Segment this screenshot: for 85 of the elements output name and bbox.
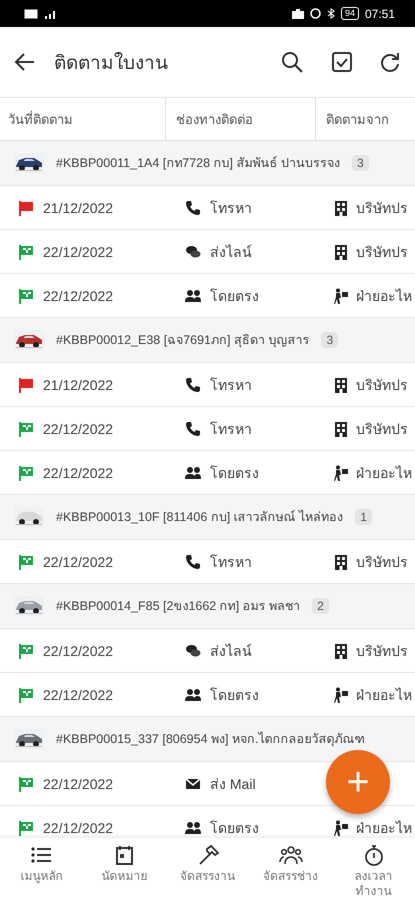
job-group-header[interactable]: #KBBP00014_F85 [2ขง1662 กท] อมร พลชา 2 <box>0 584 415 629</box>
people-icon <box>185 464 201 480</box>
count-badge: 2 <box>312 598 329 614</box>
follow-up-date: 22/12/2022 <box>43 642 114 658</box>
follow-up-date: 22/12/2022 <box>43 776 114 792</box>
clock-time: 07:51 <box>364 6 395 20</box>
count-badge: 1 <box>355 509 372 525</box>
screen-title: ติดตามใบงาน <box>54 51 169 76</box>
job-group-header[interactable]: #KBBP00012_E38 [ฉจ7691ภก] สุธิดา บุญสาร 3 <box>0 318 415 363</box>
follow-up-source: บริษัทปร <box>356 642 408 660</box>
phone-icon <box>185 200 201 216</box>
team-icon <box>278 844 302 866</box>
refresh-icon[interactable] <box>379 51 401 73</box>
briefcase-icon <box>292 8 304 18</box>
back-arrow-icon[interactable] <box>14 51 36 73</box>
job-title: #KBBP00015_337 [806954 พง] หจก.ไตกกลอยวัสดุภัณฑ <box>56 730 364 748</box>
checkbox-icon[interactable] <box>331 51 353 73</box>
nav-item[interactable]: จัดสรรช่าง <box>249 838 332 900</box>
nav-item[interactable]: เมนูหลัก <box>0 838 83 900</box>
nav-item[interactable]: จัดสรรงาน <box>166 838 249 900</box>
follow-up-date: 22/12/2022 <box>43 420 114 436</box>
signal-icon <box>44 8 58 18</box>
follow-up-date: 22/12/2022 <box>43 288 114 304</box>
people-icon <box>185 686 201 702</box>
building-icon <box>333 642 349 658</box>
contact-channel: ส่งไลน์ <box>210 242 252 262</box>
follow-up-source: ฝ่ายอะไห <box>356 818 412 838</box>
contact-channel: โดยตรง <box>210 464 259 482</box>
job-title: #KBBP00011_1A4 [กท7728 กบ] สัมพันธ์ ปานบรรจง <box>56 155 340 172</box>
follow-up-date: 22/12/2022 <box>43 820 114 836</box>
job-title: #KBBP00013_10F [811406 กบ] เสาวลักษณ์ ไหล่ทอง <box>56 508 344 526</box>
follow-up-source: บริษัทปร <box>356 552 408 572</box>
count-badge: 3 <box>321 332 338 348</box>
follow-up-date: 21/12/2022 <box>43 200 114 216</box>
job-group-header[interactable]: #KBBP00013_10F [811406 กบ] เสาวลักษณ์ ไหล่ทอง 1 <box>0 495 415 540</box>
person-box-icon <box>333 288 349 304</box>
nav-item[interactable]: นัดหมาย <box>83 838 166 900</box>
contact-channel: โดยตรง <box>210 818 259 838</box>
person-box-icon <box>333 464 349 480</box>
search-icon[interactable] <box>281 51 303 73</box>
job-group-header[interactable]: #KBBP00011_1A4 [กท7728 กบ] สัมพันธ์ ปานบรรจง 3 <box>0 141 415 186</box>
column-header[interactable]: ติดตามจาก <box>315 98 415 140</box>
building-icon <box>333 420 349 436</box>
follow-up-source: ฝ่ายอะไห <box>356 464 412 482</box>
contact-channel: โทรหา <box>210 552 252 572</box>
people-icon <box>185 288 201 304</box>
follow-up-source: บริษัทปร <box>356 242 408 262</box>
person-box-icon <box>333 686 349 702</box>
building-icon <box>333 554 349 570</box>
contact-channel: โดยตรง <box>210 686 259 704</box>
count-badge: 3 <box>352 155 369 171</box>
contact-channel: โดยตรง <box>210 286 259 306</box>
follow-up-date: 22/12/2022 <box>43 464 114 480</box>
phone-icon <box>185 376 201 392</box>
job-group-header[interactable]: #KBBP00015_337 [806954 พง] หจก.ไตกกลอยวัสดุภัณฑ <box>0 717 415 762</box>
follow-up-source: บริษัทปร <box>356 198 408 218</box>
building-icon <box>333 244 349 260</box>
contact-channel: โทรหา <box>210 420 252 438</box>
nav-item[interactable]: ลงเวลา ทำงาน <box>332 838 415 900</box>
contact-channel: ส่ง Mail <box>210 774 256 794</box>
follow-up-source: ฝ่ายอะไห <box>356 286 412 306</box>
job-title: #KBBP00012_E38 [ฉจ7691ภก] สุธิดา บุญสาร <box>56 332 310 350</box>
contact-channel: ส่งไลน์ <box>210 642 252 660</box>
follow-up-date: 21/12/2022 <box>43 376 114 392</box>
follow-up-date: 22/12/2022 <box>43 244 114 260</box>
follow-up-source: ฝ่ายอะไห <box>356 686 412 704</box>
follow-up-date: 22/12/2022 <box>43 686 114 702</box>
follow-up-source: บริษัทปร <box>356 420 408 438</box>
chat-icon <box>185 244 201 260</box>
phone-icon <box>185 554 201 570</box>
building-icon <box>333 376 349 392</box>
contact-channel: โทรหา <box>210 376 252 394</box>
follow-up-source: บริษัทปร <box>356 376 408 394</box>
phone-icon <box>185 420 201 436</box>
job-title: #KBBP00014_F85 [2ขง1662 กท] อมร พลชา <box>56 598 300 615</box>
contact-channel: โทรหา <box>210 198 252 218</box>
column-header[interactable]: ช่องทางติดต่อ <box>165 98 315 140</box>
building-icon <box>333 200 349 216</box>
person-box-icon <box>333 820 349 836</box>
follow-up-date: 22/12/2022 <box>43 554 114 570</box>
bluetooth-icon <box>326 8 335 19</box>
column-header[interactable]: วันที่ติดตาม <box>0 98 165 140</box>
battery-level: 94 <box>340 7 359 20</box>
chat-icon <box>185 642 201 658</box>
people-icon <box>185 820 201 836</box>
